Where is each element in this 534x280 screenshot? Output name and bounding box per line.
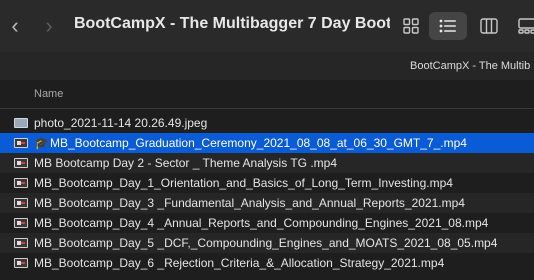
file-row[interactable]: MB_Bootcamp_Day_3 _Fundamental_Analysis_… [0,193,534,213]
file-name: MB_Bootcamp_Day_1_Orientation_and_Basics… [34,176,453,190]
file-name: MB_Bootcamp_Day_4 _Annual_Reports_and_Co… [34,216,489,230]
file-name: MB Bootcamp Day 2 - Sector _ Theme Analy… [34,156,338,170]
video-file-icon [14,258,28,268]
chevron-right-icon: › [45,13,53,38]
back-button[interactable]: ‹ [4,14,26,38]
file-name: MB_Bootcamp_Day_6 _Rejection_Criteria_&_… [34,256,445,270]
file-row-selected[interactable]: 🎓 MB_Bootcamp_Graduation_Ceremony_2021_0… [0,133,534,153]
video-file-icon [14,198,28,208]
file-name: photo_2021-11-14 20.26.49.jpeg [34,116,208,130]
grid-icon [403,18,419,34]
path-label[interactable]: BootCampX - The Multib [410,60,530,72]
toolbar: ‹ › BootCampX - The Multibagger 7 Day Bo… [0,0,534,52]
list-icon [439,19,456,33]
file-row[interactable]: MB_Bootcamp_Day_5 _DCF,_Compounding_Engi… [0,233,534,253]
file-list: photo_2021-11-14 20.26.49.jpeg 🎓 MB_Boot… [0,113,534,273]
list-view-button[interactable] [429,12,467,40]
icon-view-button[interactable] [392,12,430,40]
video-file-icon [14,158,28,168]
gallery-view-button[interactable] [508,12,534,40]
file-row[interactable]: MB Bootcamp Day 2 - Sector _ Theme Analy… [0,153,534,173]
file-row[interactable]: MB_Bootcamp_Day_4 _Annual_Reports_and_Co… [0,213,534,233]
file-row[interactable]: MB_Bootcamp_Day_1_Orientation_and_Basics… [0,173,534,193]
gallery-icon [518,18,534,34]
video-file-icon [14,138,28,148]
chevron-left-icon: ‹ [11,13,19,38]
window-title: BootCampX - The Multibagger 7 Day Boot..… [74,15,390,32]
file-row[interactable]: photo_2021-11-14 20.26.49.jpeg [0,113,534,133]
column-header: Name [0,80,534,109]
file-name: MB_Bootcamp_Day_3 _Fundamental_Analysis_… [34,196,465,210]
video-file-icon [14,218,28,228]
video-file-icon [14,238,28,248]
graduation-cap-icon: 🎓 [34,136,49,150]
image-file-icon [14,118,28,128]
name-column-header[interactable]: Name [34,88,63,100]
forward-button[interactable]: › [38,14,60,38]
video-file-icon [14,178,28,188]
path-bar: BootCampX - The Multib [0,52,534,80]
column-view-button[interactable] [470,12,508,40]
file-row[interactable]: MB_Bootcamp_Day_6 _Rejection_Criteria_&_… [0,253,534,273]
columns-icon [480,18,498,34]
file-name: MB_Bootcamp_Day_5 _DCF,_Compounding_Engi… [34,236,498,250]
file-name: MB_Bootcamp_Graduation_Ceremony_2021_08_… [50,136,467,150]
